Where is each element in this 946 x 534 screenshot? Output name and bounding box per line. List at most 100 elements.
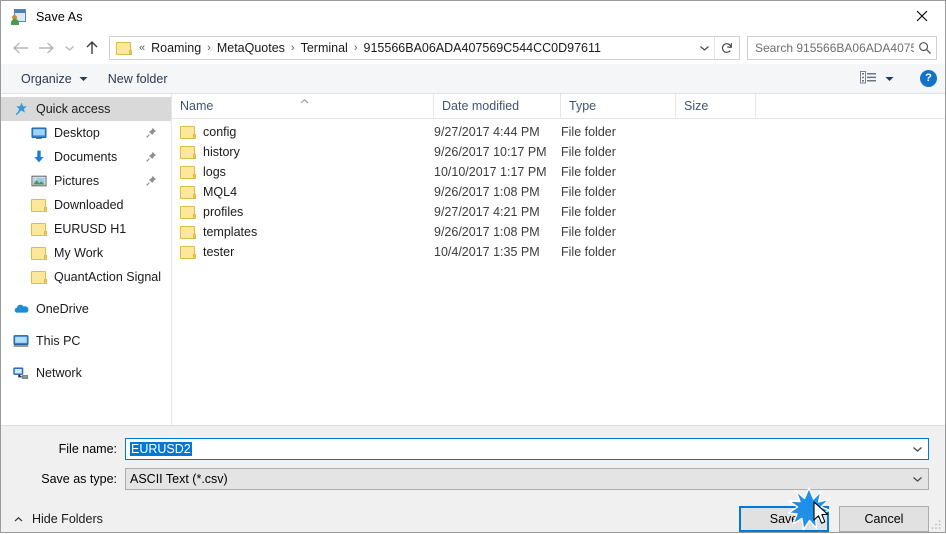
- save-as-type-label: Save as type:: [41, 472, 117, 486]
- file-name-cell: tester: [172, 245, 434, 259]
- title-bar: Save As: [1, 1, 945, 32]
- caret-up-icon: [13, 516, 24, 523]
- address-dropdown-button[interactable]: [694, 37, 714, 59]
- breadcrumb-item-guid[interactable]: 915566BA06ADA407569C544CC0D97611: [361, 39, 604, 57]
- save-as-type-dropdown-button[interactable]: [906, 469, 928, 489]
- table-row[interactable]: MQL4 9/26/2017 1:08 PM File folder: [172, 182, 945, 202]
- resize-grip-icon[interactable]: [930, 518, 942, 530]
- chevron-down-icon: [64, 46, 74, 51]
- chevron-down-icon: [912, 447, 922, 452]
- search-icon: [914, 41, 936, 55]
- column-header-type[interactable]: Type: [561, 94, 676, 118]
- dialog-footer: File name: EURUSD2 Save as type: ASCII T…: [1, 425, 945, 532]
- file-type-cell: File folder: [561, 205, 616, 219]
- sidebar-item-quantaction-signal[interactable]: QuantAction Signal: [1, 265, 171, 289]
- pictures-icon: [31, 173, 47, 189]
- file-name-input[interactable]: EURUSD2: [126, 442, 906, 456]
- caret-down-icon: [79, 76, 88, 82]
- folder-icon: [180, 225, 196, 239]
- arrow-right-icon: [38, 42, 54, 54]
- recent-locations-button[interactable]: [59, 36, 79, 60]
- folder-icon: [31, 245, 47, 261]
- sidebar-item-pictures[interactable]: Pictures: [1, 169, 171, 193]
- file-name-dropdown-button[interactable]: [906, 439, 928, 459]
- sidebar-item-this-pc[interactable]: This PC: [1, 329, 171, 353]
- sidebar-item-documents[interactable]: Documents: [1, 145, 171, 169]
- sidebar-item-downloaded[interactable]: Downloaded: [1, 193, 171, 217]
- file-name-label: templates: [203, 225, 258, 239]
- sidebar-item-label: Downloaded: [54, 198, 124, 212]
- file-date-cell: 9/26/2017 1:08 PM: [434, 185, 540, 199]
- arrow-left-icon: [12, 42, 28, 54]
- command-bar: Organize New folder ?: [1, 64, 945, 94]
- breadcrumb-overflow[interactable]: «: [136, 42, 148, 54]
- file-type-cell: File folder: [561, 145, 616, 159]
- hide-folders-label: Hide Folders: [32, 512, 103, 526]
- pin-icon[interactable]: [146, 151, 157, 162]
- file-date-cell: 9/26/2017 1:08 PM: [434, 225, 540, 239]
- file-name-combobox[interactable]: EURUSD2: [125, 438, 929, 460]
- pin-icon[interactable]: [146, 127, 157, 138]
- table-row[interactable]: tester 10/4/2017 1:35 PM File folder: [172, 242, 945, 262]
- hide-folders-button[interactable]: Hide Folders: [13, 512, 103, 526]
- table-row[interactable]: config 9/27/2017 4:44 PM File folder: [172, 122, 945, 142]
- breadcrumb-item-metaquotes[interactable]: MetaQuotes: [214, 39, 288, 57]
- organize-button[interactable]: Organize: [15, 69, 94, 89]
- save-as-dialog: Save As « Roaming › MetaQuotes › Termina…: [0, 0, 946, 533]
- help-button[interactable]: ?: [920, 70, 937, 87]
- file-name-row: File name: EURUSD2: [1, 438, 945, 460]
- folder-icon: [180, 125, 196, 139]
- file-name-cell: templates: [172, 225, 434, 239]
- column-header-name-label: Name: [180, 99, 214, 113]
- table-row[interactable]: profiles 9/27/2017 4:21 PM File folder: [172, 202, 945, 222]
- search-box[interactable]: Search 915566BA06ADA40756...: [747, 36, 937, 60]
- address-bar[interactable]: « Roaming › MetaQuotes › Terminal › 9155…: [109, 36, 740, 60]
- sidebar-item-label: QuantAction Signal: [54, 270, 162, 284]
- save-as-type-combobox[interactable]: ASCII Text (*.csv): [125, 468, 929, 490]
- column-header-date-modified[interactable]: Date modified: [434, 94, 561, 118]
- back-button[interactable]: [7, 36, 33, 60]
- star-pin-icon: [13, 101, 29, 117]
- table-row[interactable]: history 9/26/2017 10:17 PM File folder: [172, 142, 945, 162]
- sidebar-item-onedrive[interactable]: OneDrive: [1, 297, 171, 321]
- sort-ascending-icon: [299, 89, 310, 113]
- sidebar-item-quick-access[interactable]: Quick access: [1, 97, 171, 121]
- folder-icon: [180, 165, 196, 179]
- view-mode-button[interactable]: [856, 68, 898, 90]
- column-header-name[interactable]: Name: [172, 94, 434, 118]
- cancel-button[interactable]: Cancel: [839, 506, 929, 532]
- file-name-label: logs: [203, 165, 226, 179]
- close-icon: [916, 10, 928, 22]
- file-name-cell: logs: [172, 165, 434, 179]
- pin-icon[interactable]: [146, 175, 157, 186]
- column-header-size[interactable]: Size: [676, 94, 756, 118]
- file-date-cell: 9/27/2017 4:44 PM: [434, 125, 540, 139]
- refresh-button[interactable]: [714, 37, 739, 59]
- file-date-cell: 9/27/2017 4:21 PM: [434, 205, 540, 219]
- breadcrumb: « Roaming › MetaQuotes › Terminal › 9155…: [136, 39, 694, 57]
- sidebar-item-network[interactable]: Network: [1, 361, 171, 385]
- search-input[interactable]: Search 915566BA06ADA40756...: [748, 41, 914, 55]
- folder-icon: [180, 145, 196, 159]
- folder-icon: [31, 269, 47, 285]
- save-button[interactable]: Save: [739, 506, 829, 532]
- sidebar-item-desktop[interactable]: Desktop: [1, 121, 171, 145]
- breadcrumb-item-roaming[interactable]: Roaming: [148, 39, 204, 57]
- sidebar-item-my-work[interactable]: My Work: [1, 241, 171, 265]
- table-row[interactable]: templates 9/26/2017 1:08 PM File folder: [172, 222, 945, 242]
- file-date-cell: 10/4/2017 1:35 PM: [434, 245, 540, 259]
- close-button[interactable]: [899, 1, 945, 31]
- table-row[interactable]: logs 10/10/2017 1:17 PM File folder: [172, 162, 945, 182]
- new-folder-label: New folder: [107, 71, 168, 86]
- new-folder-button[interactable]: New folder: [102, 69, 174, 89]
- file-name-value: EURUSD2: [130, 442, 192, 456]
- folder-icon: [180, 245, 196, 259]
- breadcrumb-item-terminal[interactable]: Terminal: [298, 39, 351, 57]
- file-name-cell: profiles: [172, 205, 434, 219]
- column-header-date-label: Date modified: [442, 99, 520, 113]
- up-button[interactable]: [79, 36, 105, 60]
- file-name-label: tester: [203, 245, 235, 259]
- forward-button[interactable]: [33, 36, 59, 60]
- file-name-label: config: [203, 125, 237, 139]
- sidebar-item-eurusd-h1[interactable]: EURUSD H1: [1, 217, 171, 241]
